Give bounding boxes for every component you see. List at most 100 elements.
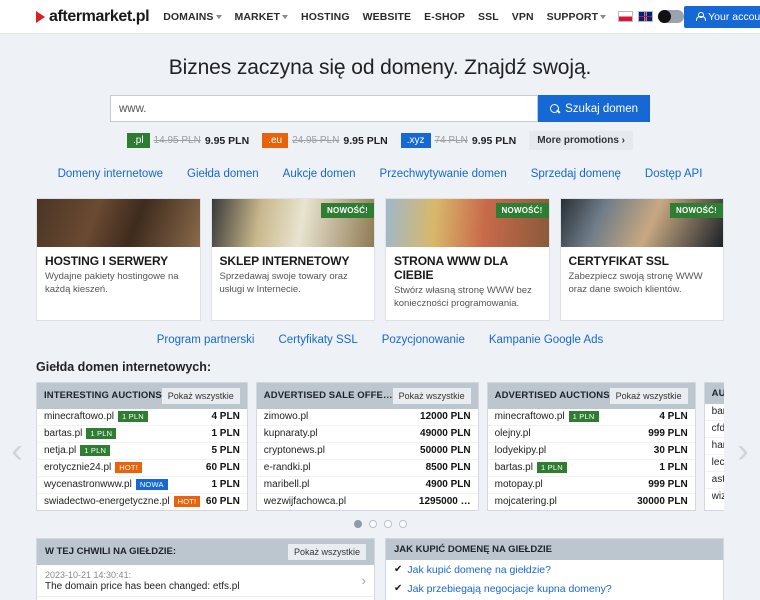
table-row[interactable]: handelw	[704, 438, 724, 455]
link-program-partnerski[interactable]: Program partnerski	[157, 334, 255, 346]
card-ssl[interactable]: NOWOŚĆ! CERTYFIKAT SSL Zabezpiecz swoją …	[559, 198, 724, 321]
faq-link[interactable]: Jak przebiegają negocjacje kupna domeny?	[407, 583, 611, 595]
carousel-next-arrow[interactable]: ›	[730, 422, 756, 480]
flag-poland-icon[interactable]	[618, 11, 634, 22]
list-item[interactable]: ✔ Jak kupić domenę na giełdzie?	[386, 560, 723, 579]
table-row[interactable]: lecznice	[704, 455, 724, 472]
nav-item-domains[interactable]: DOMAINS	[163, 10, 222, 23]
table-row[interactable]: wycenastronwww.pl NOWA 1 PLN	[37, 477, 247, 494]
auction-domain: wezwijfachowca.pl	[263, 496, 347, 508]
table-row[interactable]: wezwijfachowca.pl 1295000 …	[257, 494, 478, 510]
list-item[interactable]: 2023-10-21 14:30:22: The domain price ha…	[37, 597, 374, 600]
show-all-feed-button[interactable]: Pokaż wszystkie	[287, 543, 366, 560]
card-eshop[interactable]: NOWOŚĆ! SKLEP INTERNETOWY Sprzedawaj swo…	[210, 198, 375, 321]
show-all-advertised-button[interactable]: Pokaż wszystkie	[609, 387, 688, 404]
auction-panel-interesting: INTERESTING AUCTIONS Pokaż wszystkie min…	[36, 381, 248, 511]
card-website[interactable]: NOWOŚĆ! STRONA WWW DLA CIEBIE Stwórz wła…	[385, 198, 550, 321]
marketplace-section-title: Giełda domen internetowych:	[36, 359, 212, 374]
table-row[interactable]: olejny.pl 999 PLN	[487, 426, 695, 443]
card-hosting-image	[37, 199, 200, 247]
table-row[interactable]: zimowo.pl 12000 PLN	[256, 409, 478, 426]
flag-uk-icon[interactable]	[638, 11, 654, 22]
bottom-panels: W TEJ CHWILI NA GIEŁDZIE: Pokaż wszystki…	[0, 528, 760, 600]
show-all-interesting-button[interactable]: Pokaż wszystkie	[161, 387, 240, 404]
table-row[interactable]: kupnaraty.pl 49000 PLN	[256, 426, 478, 443]
card-hosting[interactable]: HOSTING I SERWERY Wydajne pakiety hostin…	[36, 198, 201, 321]
your-account-button[interactable]: Your account	[684, 5, 760, 28]
secondary-links: Program partnerski Certyfikaty SSL Pozyc…	[0, 334, 760, 346]
card-ssl-image: NOWOŚĆ!	[560, 199, 723, 247]
faq-link[interactable]: Jak kupić domenę na giełdzie?	[407, 564, 551, 576]
promo-eu[interactable]: .eu 24.95 PLN 9.95 PLN	[262, 133, 388, 148]
auction-domain: bartas.pl	[494, 462, 533, 474]
auction-domain: bartas.p	[711, 406, 724, 418]
feed-text: The domain price has been changed: etfs.…	[45, 580, 240, 592]
your-account-label: Your account	[708, 10, 760, 23]
table-row[interactable]: minecraftowo.pl 1 PLN 4 PLN	[37, 409, 247, 426]
table-row[interactable]: e-randki.pl 8500 PLN	[256, 460, 478, 477]
live-feed-panel: W TEJ CHWILI NA GIEŁDZIE: Pokaż wszystki…	[36, 537, 375, 600]
card-website-badge: NOWOŚĆ!	[495, 203, 549, 218]
link-kampanie-google-ads[interactable]: Kampanie Google Ads	[489, 334, 603, 346]
auction-price: 50000 PLN	[420, 445, 471, 457]
card-ssl-badge: NOWOŚĆ!	[670, 203, 723, 218]
nav-item-website[interactable]: WEBSITE	[363, 11, 412, 23]
table-row[interactable]: cfds.pl	[704, 421, 724, 438]
auction-domain: netja.pl	[44, 445, 77, 457]
list-item[interactable]: ✔ Jak przebiegają negocjacje kupna domen…	[386, 579, 723, 598]
link-dostep-api[interactable]: Dostęp API	[645, 168, 703, 180]
link-certyfikaty-ssl[interactable]: Certyfikaty SSL	[278, 334, 357, 346]
promo-pl[interactable]: .pl 14.95 PLN 9.95 PLN	[127, 133, 249, 148]
link-aukcje-domen[interactable]: Aukcje domen	[283, 168, 356, 180]
search-icon	[550, 103, 560, 114]
more-promotions-button[interactable]: More promotions ›	[529, 131, 633, 150]
table-row[interactable]: bartas.pl 1 PLN 1 PLN	[37, 426, 247, 443]
auction-domain: erotycznie24.pl	[44, 462, 112, 474]
list-item[interactable]: 2023-10-21 14:30:41: The domain price ha…	[37, 565, 374, 597]
nav-item-vpn[interactable]: VPN	[512, 11, 534, 23]
table-row[interactable]: astrohor	[704, 472, 724, 489]
carousel-dot-2[interactable]	[368, 519, 377, 528]
nav-item-hosting[interactable]: HOSTING	[301, 11, 350, 23]
auction-domain: motopay.pl	[494, 479, 543, 491]
link-pozycjonowanie[interactable]: Pozycjonowanie	[382, 334, 465, 346]
table-row[interactable]: lodyekipy.pl 30 PLN	[487, 443, 695, 460]
search-input[interactable]	[110, 95, 539, 122]
check-icon: ✔	[394, 564, 403, 576]
show-all-sale-offers-button[interactable]: Pokaż wszystkie	[392, 387, 471, 404]
nav-item-market[interactable]: MARKET	[235, 11, 289, 23]
carousel-dot-3[interactable]	[383, 519, 392, 528]
auction-price: 4900 PLN	[425, 479, 471, 491]
nav-item-ssl[interactable]: SSL	[478, 11, 499, 23]
table-row[interactable]: erotycznie24.pl HOT! 60 PLN	[37, 460, 247, 477]
table-row[interactable]: netja.pl 1 PLN 5 PLN	[37, 443, 247, 460]
table-row[interactable]: wizards.	[705, 489, 724, 505]
auction-panel-advertised: ADVERTISED AUCTIONS Pokaż wszystkie mine…	[486, 381, 696, 511]
nav-item-eshop[interactable]: E-SHOP	[424, 11, 465, 23]
card-website-image: NOWOŚĆ!	[386, 199, 549, 247]
auction-price: 5 PLN	[211, 445, 240, 457]
table-row[interactable]: swiadectwo-energetyczne.pl HOT! 60 PLN	[37, 494, 247, 510]
dark-mode-toggle[interactable]	[658, 10, 685, 23]
carousel-dot-1[interactable]	[353, 519, 362, 528]
link-przechwytywanie-domen[interactable]: Przechwytywanie domen	[380, 168, 507, 180]
table-row[interactable]: bartas.pl 1 PLN 1 PLN	[487, 460, 695, 477]
table-row[interactable]: cryptonews.pl 50000 PLN	[256, 443, 478, 460]
nav-item-support[interactable]: SUPPORT	[547, 11, 607, 23]
link-domeny-internetowe[interactable]: Domeny internetowe	[58, 168, 163, 180]
carousel-prev-arrow[interactable]: ‹	[4, 422, 30, 480]
site-logo[interactable]: aftermarket.pl	[36, 8, 150, 26]
page-title: Biznes zaczyna się od domeny. Znajdź swo…	[168, 56, 592, 79]
table-row[interactable]: minecraftowo.pl 1 PLN 4 PLN	[487, 409, 695, 426]
table-row[interactable]: bartas.p	[704, 404, 724, 421]
carousel-dot-4[interactable]	[398, 519, 407, 528]
table-row[interactable]: motopay.pl 999 PLN	[487, 477, 695, 494]
auction-price: 8500 PLN	[425, 462, 471, 474]
search-button[interactable]: Szukaj domen	[538, 95, 650, 122]
table-row[interactable]: mojcatering.pl 30000 PLN	[488, 494, 695, 510]
promo-xyz[interactable]: .xyz 74 PLN 9.95 PLN	[400, 133, 516, 148]
nav-item-domains-label: DOMAINS	[163, 10, 214, 23]
link-sprzedaj-domene[interactable]: Sprzedaj domenę	[531, 168, 621, 180]
link-gielda-domen[interactable]: Giełda domen	[187, 168, 259, 180]
table-row[interactable]: maribell.pl 4900 PLN	[256, 477, 478, 494]
